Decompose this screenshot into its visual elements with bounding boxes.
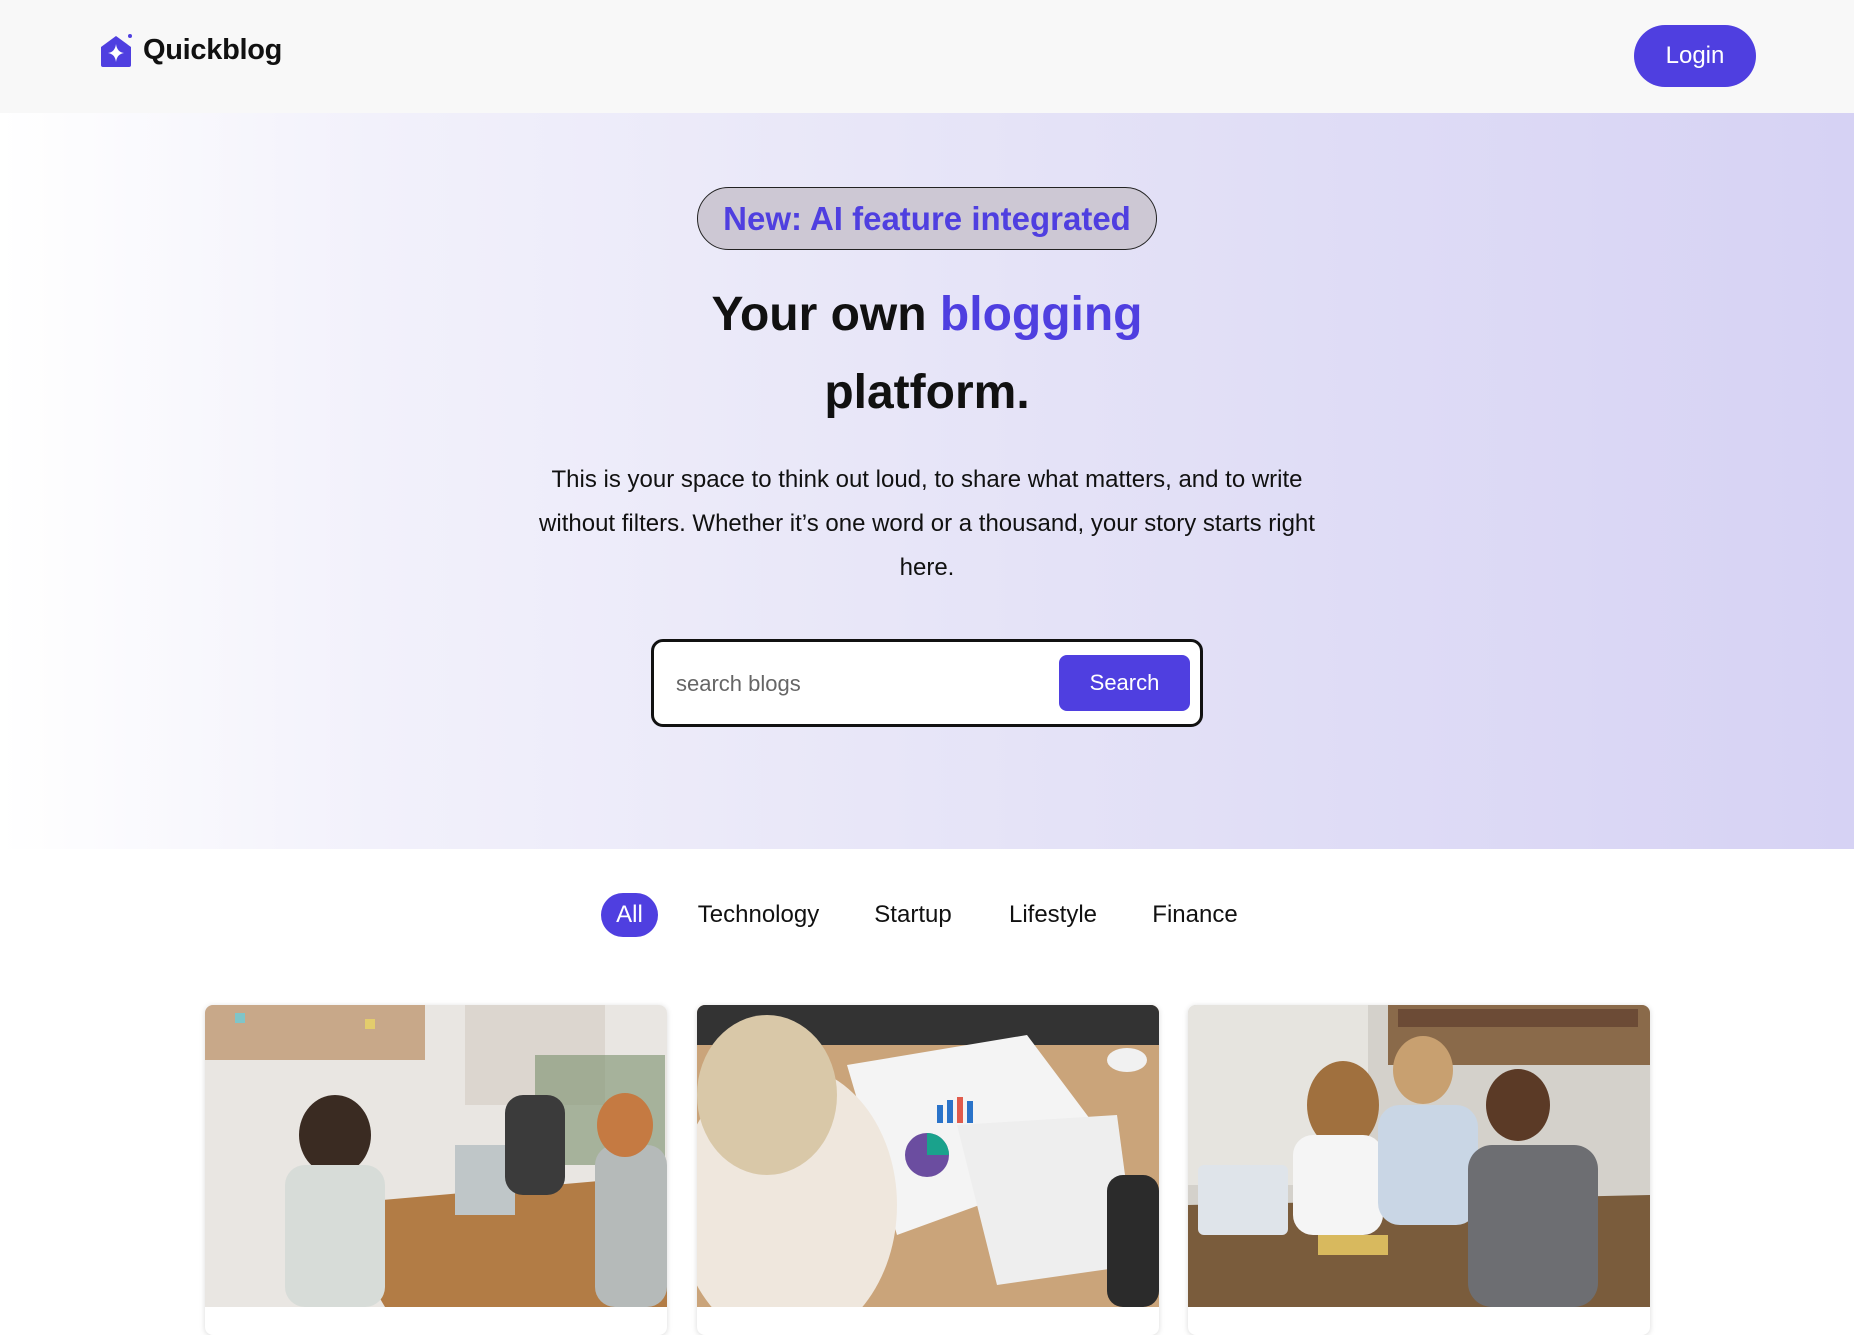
- blog-card[interactable]: [205, 1005, 667, 1335]
- blog-card[interactable]: [1188, 1005, 1650, 1335]
- login-button[interactable]: Login: [1634, 25, 1756, 87]
- logo-icon: [101, 34, 132, 67]
- top-nav: Quickblog Login: [0, 0, 1854, 113]
- category-tabs: All Technology Startup Lifestyle Finance: [0, 893, 1854, 937]
- headline-start: Your own: [711, 288, 940, 341]
- search-input[interactable]: [676, 662, 1056, 706]
- search-button[interactable]: Search: [1059, 655, 1190, 711]
- tab-all[interactable]: All: [601, 893, 658, 937]
- tab-finance[interactable]: Finance: [1150, 893, 1240, 937]
- tab-lifestyle[interactable]: Lifestyle: [1002, 893, 1104, 937]
- card-image-office-meeting: [205, 1005, 667, 1307]
- tab-technology[interactable]: Technology: [692, 893, 825, 937]
- search-box: Search: [651, 639, 1203, 727]
- logo[interactable]: Quickblog: [97, 30, 282, 70]
- tab-startup[interactable]: Startup: [870, 893, 956, 937]
- announcement-badge: New: AI feature integrated: [697, 187, 1157, 250]
- headline-end: platform.: [824, 366, 1030, 419]
- blog-card[interactable]: [697, 1005, 1159, 1335]
- card-image-students-studying: [1188, 1005, 1650, 1307]
- logo-text: Quickblog: [143, 33, 283, 66]
- hero-description: This is your space to think out loud, to…: [539, 466, 1315, 581]
- headline-accent: blogging: [939, 288, 1143, 341]
- card-image-financial-charts: [697, 1005, 1159, 1307]
- hero-headline: Your own blogging platform.: [527, 276, 1327, 432]
